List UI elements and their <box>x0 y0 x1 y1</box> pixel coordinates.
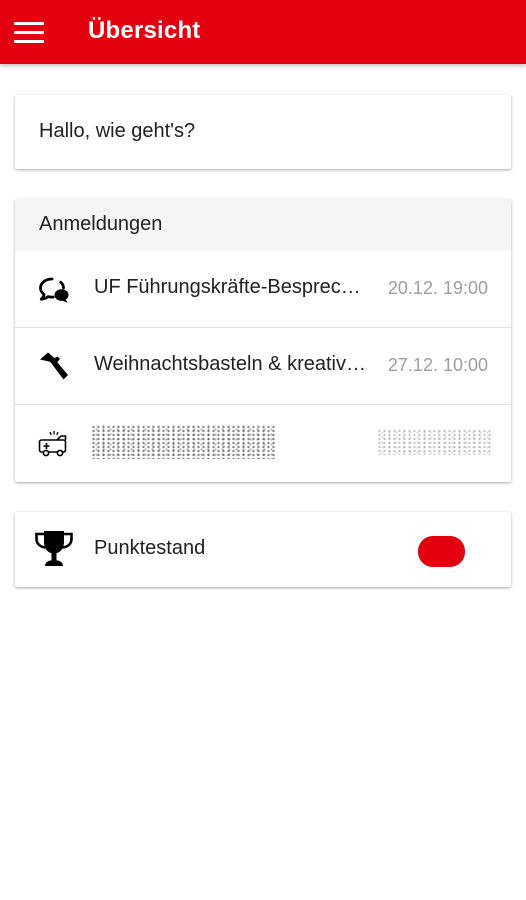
hammer-icon <box>40 352 68 380</box>
registrations-header: Anmeldungen <box>15 199 511 251</box>
chat-bubbles-icon <box>39 277 69 303</box>
registration-item[interactable]: UF Führungskräfte-Besprechung 20.12. 19:… <box>15 251 511 328</box>
redacted-title-noise <box>91 425 275 459</box>
registrations-header-title: Anmeldungen <box>39 213 163 235</box>
score-card[interactable]: Punktestand <box>15 512 511 587</box>
app-bar: Übersicht <box>0 0 526 64</box>
greeting-text: Hallo, wie geht's? <box>39 120 196 142</box>
registration-title: UF Führungskräfte-Besprechung <box>94 276 366 298</box>
registration-item[interactable]: Weihnachtsbasteln & kreatives 27.12. 10:… <box>15 328 511 405</box>
trophy-icon <box>35 531 73 566</box>
score-label: Punktestand <box>94 537 206 559</box>
registration-title: Weihnachtsbasteln & kreatives <box>94 353 366 375</box>
score-badge <box>418 536 465 567</box>
greeting-card: Hallo, wie geht's? <box>15 95 511 169</box>
redacted-date-noise <box>377 429 493 455</box>
registration-item[interactable] <box>15 405 511 481</box>
page-title: Übersicht <box>88 17 201 44</box>
registration-date: 20.12. 19:00 <box>387 278 488 298</box>
hamburger-menu-icon[interactable] <box>12 16 46 48</box>
registration-date: 27.12. 10:00 <box>387 355 488 375</box>
ambulance-icon <box>38 431 67 457</box>
registrations-card: Anmeldungen UF Führungskräfte-Besprechun… <box>15 199 511 482</box>
